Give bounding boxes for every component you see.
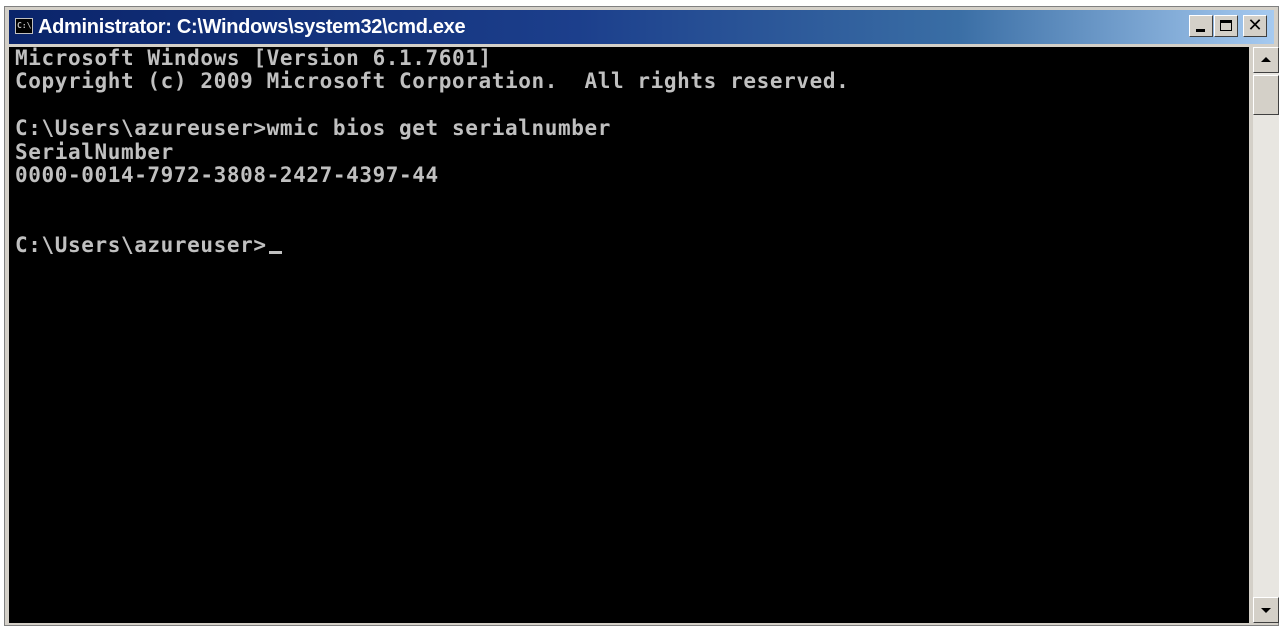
prompt-line: C:\Users\azureuser>: [15, 233, 267, 258]
console-line: 0000-0014-7972-3808-2427-4397-44: [15, 163, 439, 188]
console-line: Copyright (c) 2009 Microsoft Corporation…: [15, 69, 850, 94]
console-line: Microsoft Windows [Version 6.1.7601]: [15, 47, 492, 70]
vertical-scrollbar[interactable]: [1253, 47, 1279, 623]
console-icon[interactable]: C:\: [15, 18, 33, 34]
cmd-window: C:\ Administrator: C:\Windows\system32\c…: [4, 6, 1279, 626]
console-line: SerialNumber: [15, 139, 174, 164]
text-cursor: [268, 251, 282, 255]
scroll-down-button[interactable]: [1253, 597, 1279, 623]
console-line: C:\Users\azureuser>wmic bios get serialn…: [15, 116, 611, 141]
close-button[interactable]: ✕: [1243, 15, 1267, 37]
close-icon: ✕: [1247, 15, 1263, 36]
console-text: Microsoft Windows [Version 6.1.7601] Cop…: [15, 47, 849, 258]
console-output[interactable]: Microsoft Windows [Version 6.1.7601] Cop…: [9, 47, 1249, 623]
window-title: Administrator: C:\Windows\system32\cmd.e…: [38, 16, 466, 38]
maximize-button[interactable]: [1214, 15, 1238, 37]
scroll-up-button[interactable]: [1253, 47, 1279, 73]
minimize-button[interactable]: [1189, 15, 1213, 37]
scroll-thumb[interactable]: [1253, 75, 1279, 115]
title-bar[interactable]: C:\ Administrator: C:\Windows\system32\c…: [9, 10, 1274, 44]
